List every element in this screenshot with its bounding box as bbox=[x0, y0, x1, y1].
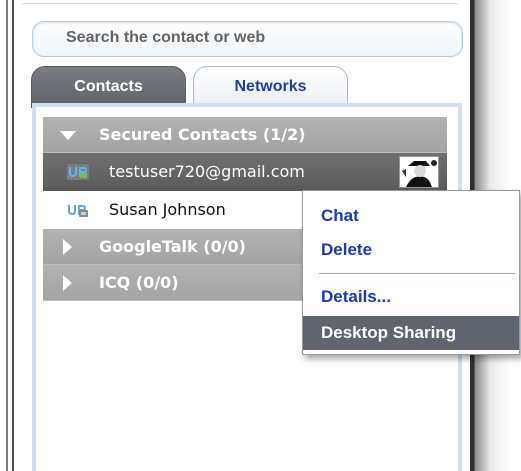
contact-row-testuser720[interactable]: testuser720@gmail.com bbox=[43, 153, 447, 191]
contact-name: testuser720@gmail.com bbox=[109, 162, 305, 181]
menu-item-details[interactable]: Details... bbox=[303, 280, 519, 314]
menu-item-delete[interactable]: Delete bbox=[303, 233, 519, 267]
user-status-online-icon bbox=[67, 164, 89, 180]
search-placeholder: Search the contact or web bbox=[66, 29, 266, 46]
contact-name: Susan Johnson bbox=[109, 200, 226, 219]
group-label: GoogleTalk (0/0) bbox=[99, 237, 246, 256]
search-frame-line bbox=[20, 3, 460, 8]
window-left-border bbox=[0, 0, 16, 471]
collapsed-arrow-icon bbox=[63, 239, 72, 255]
tab-contacts[interactable]: Contacts bbox=[31, 66, 186, 108]
group-label: ICQ (0/0) bbox=[99, 273, 179, 292]
user-status-offline-icon bbox=[68, 205, 88, 217]
group-secured-contacts[interactable]: Secured Contacts (1/2) bbox=[43, 117, 447, 153]
search-input[interactable]: Search the contact or web bbox=[32, 21, 463, 57]
context-menu: Chat Delete Details... Desktop Sharing bbox=[302, 190, 520, 355]
contacts-window: Search the contact or web Contacts Netwo… bbox=[0, 0, 521, 471]
avatar bbox=[399, 156, 439, 188]
expanded-arrow-icon bbox=[60, 131, 76, 140]
collapsed-arrow-icon bbox=[63, 275, 72, 291]
group-label: Secured Contacts (1/2) bbox=[99, 125, 306, 144]
menu-item-chat[interactable]: Chat bbox=[303, 199, 519, 233]
menu-item-desktop-sharing[interactable]: Desktop Sharing bbox=[303, 316, 519, 350]
tab-networks[interactable]: Networks bbox=[193, 66, 348, 108]
menu-separator bbox=[319, 273, 515, 274]
